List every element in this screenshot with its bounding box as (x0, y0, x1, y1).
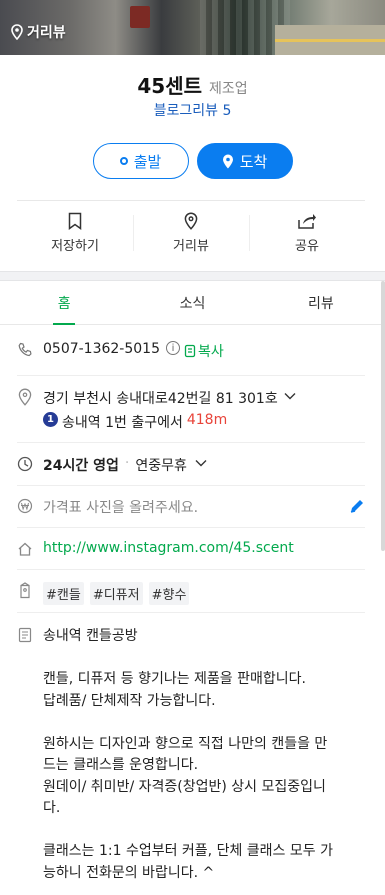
blog-review-link[interactable]: 블로그리뷰 5 (0, 100, 385, 120)
divider (17, 200, 365, 201)
price-row: 가격표 사진을 올려주세요. (17, 497, 365, 517)
chevron-down-icon[interactable] (195, 459, 207, 467)
share-button[interactable]: 공유 (249, 203, 365, 263)
phone-icon (17, 341, 33, 359)
description-line: 캔들, 디퓨저 등 향기나는 제품을 판매합니다. (43, 671, 306, 687)
depart-label: 출발 (133, 152, 162, 171)
description-line (43, 648, 365, 670)
location-pin-icon (184, 212, 198, 230)
streetview-pin-icon (11, 24, 23, 40)
depart-button[interactable]: 출발 (92, 143, 189, 179)
copy-icon (184, 344, 196, 358)
keyword-tag[interactable]: #캔들 (43, 582, 84, 605)
phone-info-icon[interactable]: i (166, 341, 180, 355)
chevron-down-icon[interactable] (284, 392, 296, 400)
description-text[interactable]: 송내역 캔들공방 캔들, 디퓨저 등 향기나는 제품을 판매합니다. 답례품/ … (43, 626, 365, 884)
share-label: 공유 (295, 239, 319, 254)
tab-news[interactable]: 소식 (128, 281, 256, 324)
description-line: 능하니 전화문의 바랍니다. ^ (43, 864, 215, 881)
photo-signboard (130, 6, 150, 28)
save-button[interactable]: 저장하기 (17, 203, 133, 263)
description-line: 클래스는 1:1 수업부터 커플, 단체 클래스 모두 가 (43, 843, 333, 859)
subway-text: 송내역 1번 출구에서 (62, 415, 183, 431)
description-line (43, 712, 365, 734)
subway-distance: 418m (186, 412, 228, 428)
won-icon (17, 497, 33, 515)
description-line: 원하시는 디자인과 향으로 직접 나만의 캔들을 만 (43, 735, 328, 752)
price-placeholder: 가격표 사진을 올려주세요. (43, 500, 199, 516)
address-pin-icon (17, 388, 33, 406)
address-text[interactable]: 경기 부천시 송내대로42번길 81 301호 (43, 388, 278, 408)
dot-separator: · (124, 455, 130, 471)
arrive-button[interactable]: 도착 (196, 143, 293, 179)
arrive-pin-icon (222, 154, 233, 168)
streetview-button[interactable]: 거리뷰 (10, 22, 66, 42)
document-icon (17, 626, 33, 644)
description-line: 원데이/ 취미반/ 자격증(창업반) 상시 모집중입니 (43, 778, 326, 795)
scrollbar[interactable] (381, 281, 385, 551)
pencil-icon[interactable] (349, 498, 365, 514)
hours-sub: 연중무휴 (135, 458, 187, 474)
streetview-action-label: 거리뷰 (173, 239, 209, 254)
streetview-action-button[interactable]: 거리뷰 (133, 203, 249, 263)
description-line: 다. (43, 800, 61, 816)
keyword-tag[interactable]: #향수 (148, 582, 190, 605)
keyword-tag[interactable]: #디퓨저 (89, 582, 143, 605)
divider (17, 375, 365, 376)
section-gap (0, 271, 385, 281)
divider (17, 569, 365, 570)
photo-road (275, 25, 385, 55)
phone-number[interactable]: 0507-1362-5015 (43, 341, 160, 357)
streetview-photo[interactable]: 거리뷰 (0, 0, 385, 55)
divider (17, 485, 365, 486)
arrive-label: 도착 (239, 152, 268, 171)
action-bar: 저장하기 거리뷰 공유 (17, 203, 365, 263)
description-title: 송내역 캔들공방 (43, 628, 138, 644)
place-name: 45센트 (137, 74, 202, 98)
website-row: http://www.instagram.com/45.scent (17, 540, 365, 558)
copy-phone-button[interactable]: 복사 (184, 341, 224, 361)
description-line: 답례품/ 단체제작 가능합니다. (43, 692, 216, 709)
tab-bar: 홈 소식 리뷰 (0, 281, 385, 325)
website-link[interactable]: http://www.instagram.com/45.scent (43, 540, 294, 556)
subway-line-badge: 1 (43, 412, 58, 427)
copy-label: 복사 (198, 344, 224, 360)
clock-icon (17, 455, 33, 473)
tab-review[interactable]: 리뷰 (257, 281, 385, 324)
divider (17, 612, 365, 613)
address-row: 경기 부천시 송내대로42번길 81 301호 (17, 388, 365, 408)
hours-status: 24시간 영업 (43, 458, 119, 474)
subway-row: 1 송내역 1번 출구에서 418m (43, 412, 365, 432)
place-category: 제조업 (209, 81, 248, 97)
depart-ring-icon (119, 157, 128, 165)
bookmark-icon (68, 212, 82, 230)
divider (17, 527, 365, 528)
share-icon (298, 214, 316, 229)
hours-row[interactable]: 24시간 영업 · 연중무휴 (17, 455, 365, 475)
home-icon (17, 540, 33, 558)
tags-row: #캔들 #디퓨저 #향수 (17, 582, 365, 605)
phone-row: 0507-1362-5015 i 복사 (17, 341, 365, 361)
save-label: 저장하기 (51, 239, 99, 254)
description-line: 드는 클래스를 운영합니다. (43, 757, 199, 773)
streetview-label: 거리뷰 (27, 25, 66, 41)
description-line (43, 820, 365, 842)
tag-icon (17, 582, 33, 600)
route-buttons: 출발 도착 (0, 143, 385, 179)
title-block: 45센트 제조업 (0, 70, 385, 99)
tab-home[interactable]: 홈 (0, 281, 128, 325)
divider (17, 442, 365, 443)
